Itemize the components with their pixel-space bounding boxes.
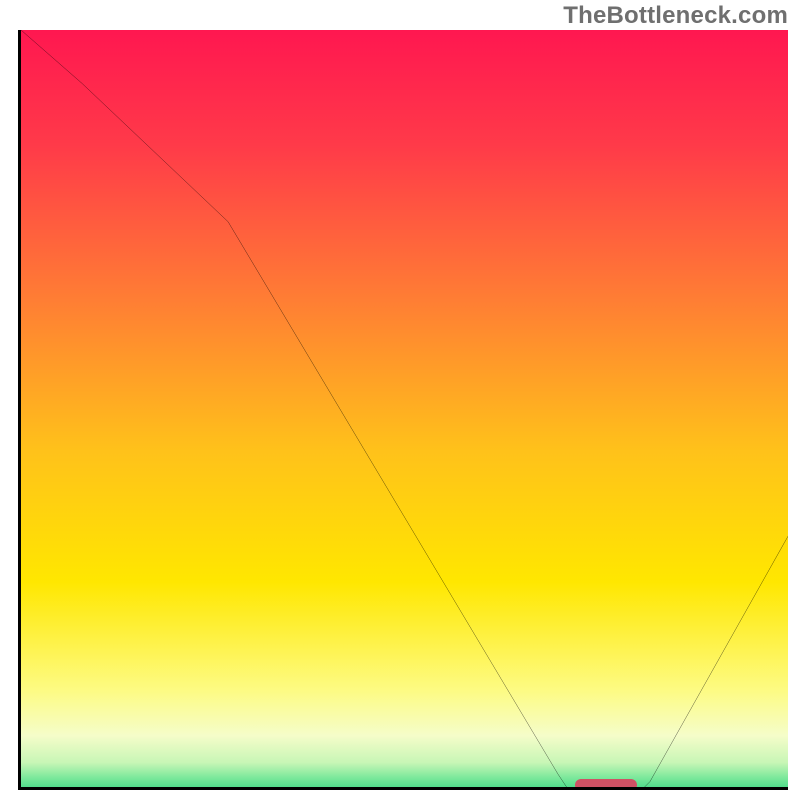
- watermark-text: TheBottleneck.com: [563, 2, 788, 30]
- chart-container: TheBottleneck.com: [0, 0, 800, 800]
- background-gradient: [21, 30, 788, 790]
- plot-area: [18, 30, 788, 790]
- optimal-marker: [575, 779, 637, 790]
